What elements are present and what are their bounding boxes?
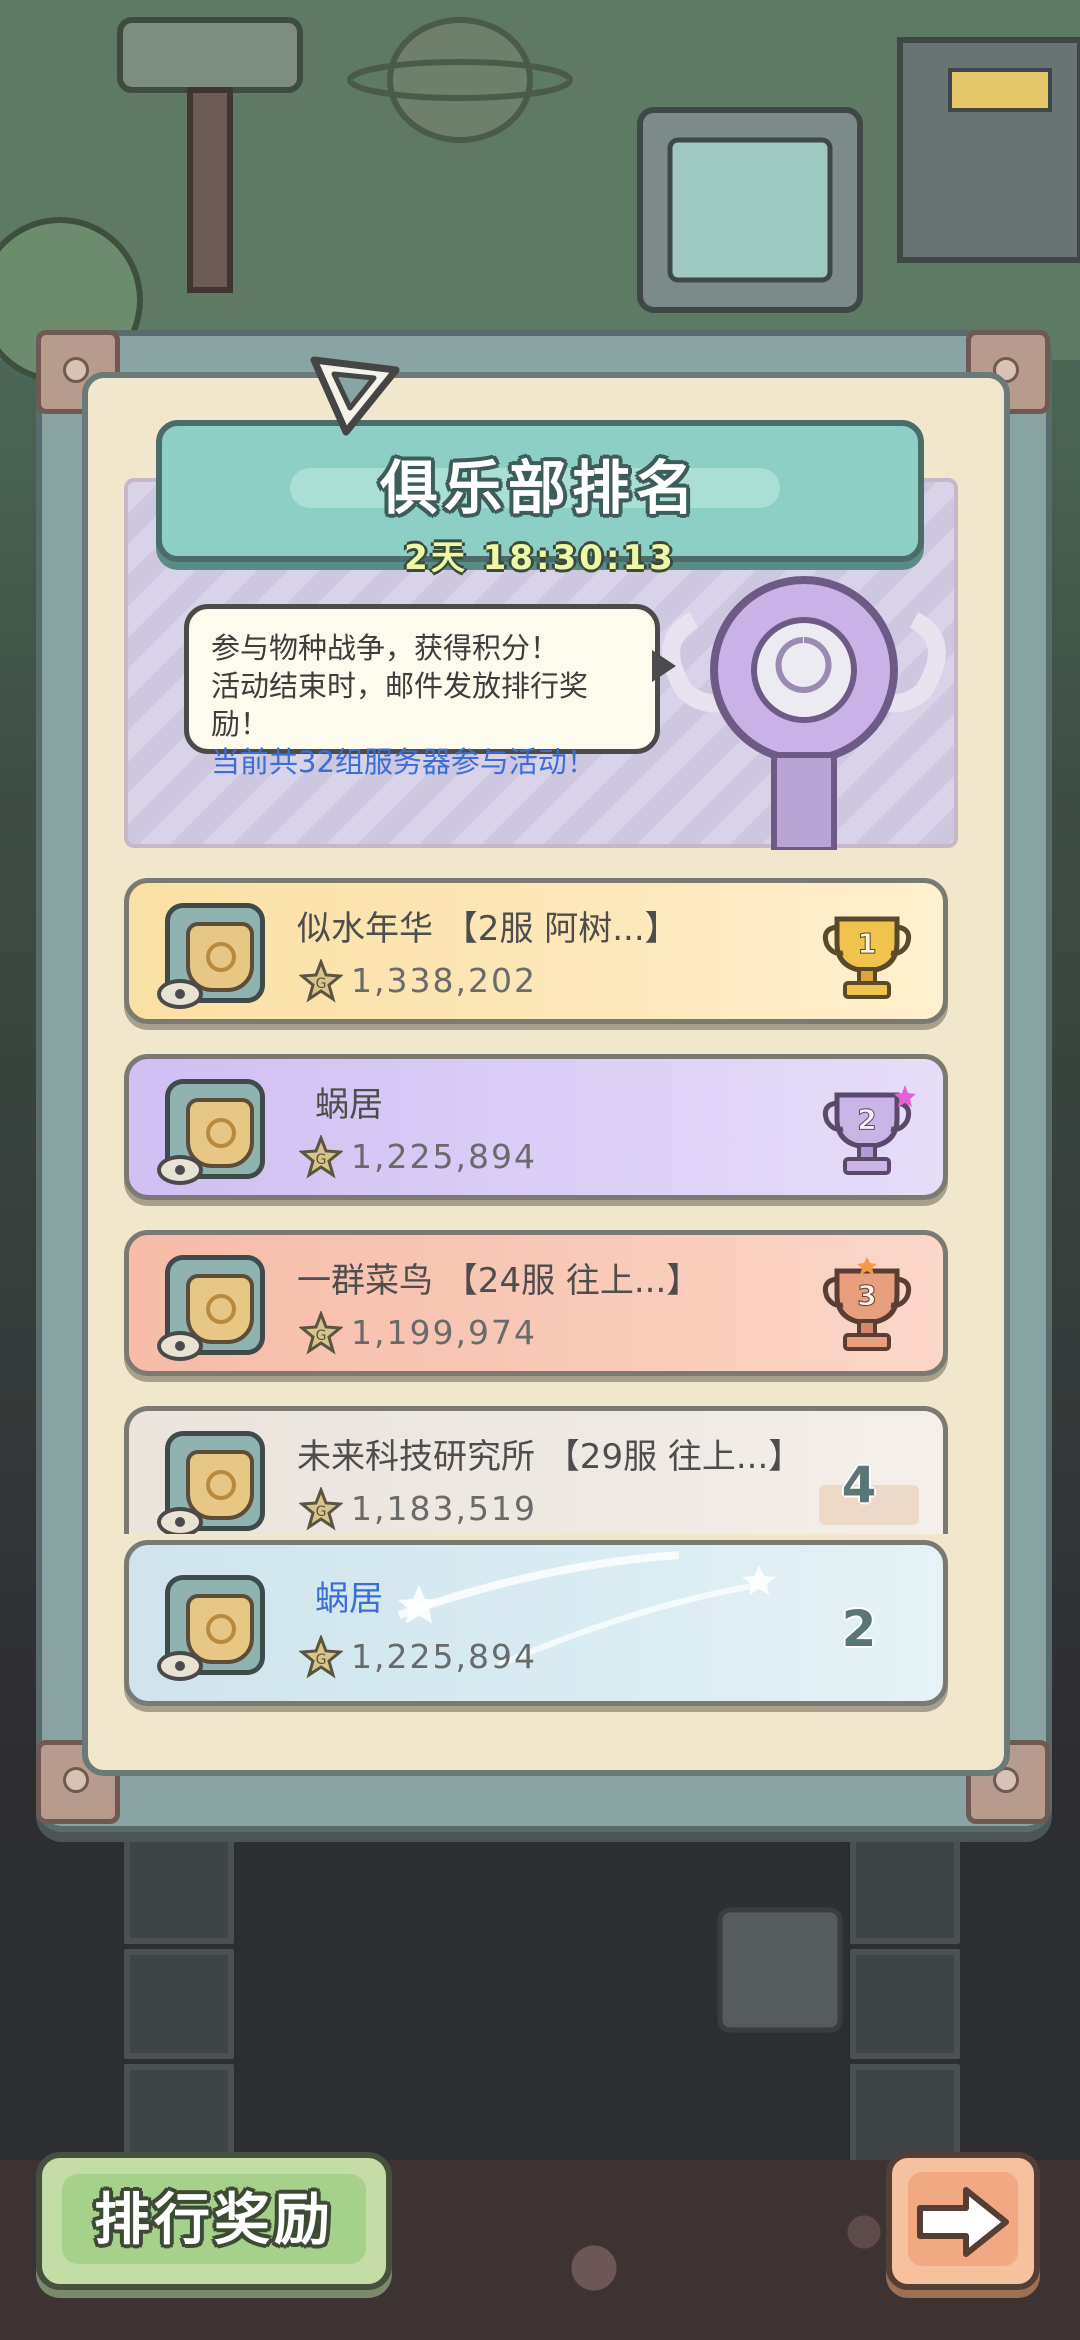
club-score: 1,183,519 xyxy=(351,1489,537,1528)
info-line: 参与物种战争，获得积分！ xyxy=(211,631,560,665)
next-button[interactable] xyxy=(886,2152,1040,2290)
info-line: 活动结束时，邮件发放排行奖励！ xyxy=(211,669,589,741)
ranking-row-2[interactable]: 蜗居 G 1,225,894 2 xyxy=(124,1054,948,1200)
ranking-row-3[interactable]: 一群菜鸟 【24服 往上...】 G 1,199,974 3 xyxy=(124,1230,948,1376)
club-score: 1,199,974 xyxy=(351,1313,537,1352)
svg-text:G: G xyxy=(316,1328,327,1344)
view-eye-icon[interactable] xyxy=(157,979,203,1009)
club-score: 1,338,202 xyxy=(351,961,537,1000)
club-name: 似水年华 【2服 阿树...】 xyxy=(297,909,679,949)
stone-block xyxy=(120,1830,238,1948)
shooting-stars-decoration xyxy=(397,1551,776,1668)
my-club-name: 蜗居 xyxy=(315,1579,383,1619)
svg-text:3: 3 xyxy=(857,1279,876,1312)
club-name: 蜗居 xyxy=(315,1085,383,1125)
ranking-row-4[interactable]: 未来科技研究所 【29服 往上...】 G 1,183,519 4 xyxy=(124,1406,948,1534)
points-star-icon: G xyxy=(299,1311,343,1355)
event-info-bubble: 参与物种战争，获得积分！ 活动结束时，邮件发放排行奖励！ 当前共32组服务器参与… xyxy=(184,604,660,779)
stone-block xyxy=(846,1830,964,1948)
bronze-trophy-icon: 3 xyxy=(822,1257,912,1351)
svg-text:1: 1 xyxy=(857,927,876,960)
points-star-icon: G xyxy=(299,1635,343,1679)
svg-text:G: G xyxy=(316,1152,327,1168)
svg-text:2: 2 xyxy=(857,1103,876,1136)
view-eye-icon[interactable] xyxy=(157,1507,203,1534)
my-club-row[interactable]: 蜗居 G 1,225,894 2 xyxy=(124,1540,948,1706)
my-club-score: 1,225,894 xyxy=(351,1637,537,1676)
svg-text:G: G xyxy=(316,1504,327,1520)
ranking-rewards-label: 排行奖励 xyxy=(94,2188,334,2253)
triangle-logo-icon xyxy=(310,356,400,436)
svg-text:G: G xyxy=(316,976,327,992)
view-eye-icon[interactable] xyxy=(157,1331,203,1361)
points-star-icon: G xyxy=(299,1135,343,1179)
arrow-right-icon xyxy=(917,2187,1009,2257)
countdown-timer: 2天 18:30:13 xyxy=(404,538,676,578)
club-name: 一群菜鸟 【24服 往上...】 xyxy=(297,1261,701,1301)
ranking-row-1[interactable]: 似水年华 【2服 阿树...】 G 1,338,202 1 xyxy=(124,878,948,1024)
info-line-highlight: 当前共32组服务器参与活动！ xyxy=(211,745,596,779)
gold-trophy-icon: 1 xyxy=(822,916,912,999)
stone-block xyxy=(120,1945,238,2063)
stone-block xyxy=(846,1945,964,2063)
view-eye-icon[interactable] xyxy=(157,1155,203,1185)
ranking-rewards-button[interactable]: 排行奖励 xyxy=(36,2152,392,2290)
silver-trophy-icon: 2 xyxy=(822,1085,916,1175)
rank-number: 4 xyxy=(841,1456,877,1514)
bubble-tail xyxy=(652,650,676,682)
big-trophy-icon xyxy=(662,576,946,850)
svg-text:G: G xyxy=(316,1652,327,1668)
view-eye-icon[interactable] xyxy=(157,1651,203,1681)
points-star-icon: G xyxy=(299,1487,343,1531)
page-title: 俱乐部排名 xyxy=(379,454,700,522)
points-star-icon: G xyxy=(299,959,343,1003)
club-name: 未来科技研究所 【29服 往上...】 xyxy=(297,1437,803,1477)
club-score: 1,225,894 xyxy=(351,1137,537,1176)
my-club-rank: 2 xyxy=(841,1600,877,1658)
